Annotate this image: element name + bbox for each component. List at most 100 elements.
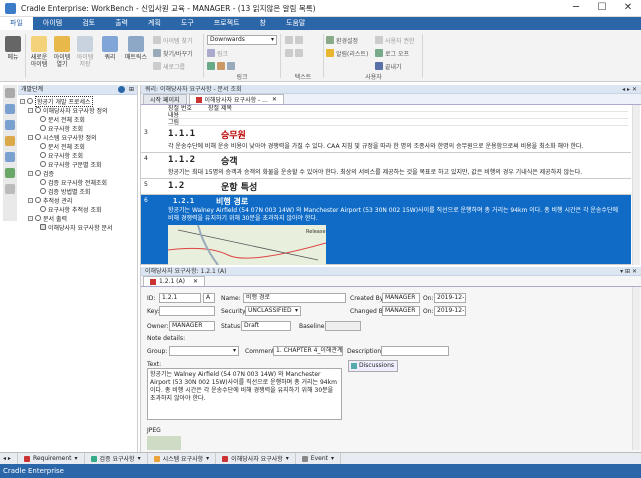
panel-menu-icon[interactable]: ◂ ▸ xyxy=(0,452,18,465)
collapse-icon[interactable]: - xyxy=(20,98,25,104)
tree-node[interactable]: 요구사항 조회 xyxy=(40,151,83,160)
table-row[interactable]: 3 1.1.1 승무원 각 운송수단에 비해 운송 비용이 낮아야 경쟁력을 가… xyxy=(141,127,631,153)
window-tab-stakeholder[interactable]: 이해당사자 요구사항 ▾ xyxy=(216,452,296,465)
tree-node[interactable]: 문서 전체 조회 xyxy=(40,142,85,151)
matrix-button[interactable]: 매트릭스 xyxy=(122,34,150,61)
collapse-icon[interactable]: - xyxy=(28,107,33,113)
tree-node[interactable]: 검증 방법별 조회 xyxy=(40,187,90,196)
tool-icon[interactable] xyxy=(5,184,15,194)
window-tab-verification[interactable]: 검증 요구사항 ▾ xyxy=(85,452,148,465)
matrix-icon[interactable] xyxy=(5,152,15,162)
menu-file[interactable]: 파일 xyxy=(0,17,33,30)
status-field[interactable]: Draft xyxy=(241,321,291,331)
find-replace-button[interactable]: 찾기/바꾸기 xyxy=(153,48,193,58)
pin-icon[interactable]: ⊞ xyxy=(129,85,134,95)
scrollbar[interactable] xyxy=(632,105,640,265)
menu-item[interactable]: 아이템 xyxy=(33,17,72,30)
tree-node[interactable]: 요구사항 조회 xyxy=(40,124,83,133)
chevron-down-icon: ▾ xyxy=(294,307,298,314)
save-item-button[interactable]: 아이템 저장 xyxy=(74,34,96,68)
close-button[interactable]: ✕ xyxy=(618,2,638,14)
id-field[interactable]: 1.2.1 xyxy=(159,293,201,303)
tree-node[interactable]: 문서 전체 조회 xyxy=(40,115,85,124)
folder-icon[interactable] xyxy=(5,136,15,146)
item-find-button[interactable]: 아이템 찾기 xyxy=(153,35,193,45)
link-direction-select[interactable]: Downwards ▾ xyxy=(207,35,277,45)
alarm-button[interactable]: 알림(리스트) xyxy=(326,48,368,58)
tab-start-page[interactable]: 시작 페이지 xyxy=(143,94,187,104)
tree-node[interactable]: - 이해당사자 요구사항 정의 xyxy=(28,106,108,115)
created-on-field[interactable]: 2019-12-.. xyxy=(434,293,466,303)
text-tools-1[interactable] xyxy=(285,35,305,45)
created-by-field[interactable]: MANAGER xyxy=(382,293,420,303)
text-tools-2[interactable] xyxy=(285,48,305,58)
tree-node[interactable]: 검증 요구사항 전체조회 xyxy=(40,178,107,187)
menu-review[interactable]: 검토 xyxy=(72,17,105,30)
new-item-button[interactable]: 새로운 아이템 xyxy=(28,34,50,68)
group-select[interactable]: ▾ xyxy=(169,346,239,356)
window-tab-system[interactable]: 시스템 요구사항 ▾ xyxy=(148,452,217,465)
name-field[interactable]: 비행 경로 xyxy=(243,293,346,303)
text-area[interactable]: 항공기는 Walney Airfield (54 07N 003 14W) 와 … xyxy=(147,368,342,420)
scrollbar[interactable] xyxy=(632,287,640,450)
tree-node[interactable]: - 문서 출력 xyxy=(28,214,67,223)
menu-help[interactable]: 도움말 xyxy=(276,17,315,30)
changed-by-field[interactable]: MANAGER xyxy=(382,306,420,316)
tree-node[interactable]: 이해당사자 요구사항 문서 xyxy=(40,223,113,232)
list-icon[interactable] xyxy=(5,104,15,114)
menu-button[interactable]: 메뉴 xyxy=(3,34,23,61)
minimize-button[interactable]: ─ xyxy=(566,2,586,14)
menu-project[interactable]: 프로젝트 xyxy=(204,17,250,30)
key-field[interactable] xyxy=(159,306,215,316)
table-row-selected[interactable]: 6 1.2.1 비행 경로 항공기는 Walney Airfield (54 0… xyxy=(141,195,631,265)
close-icon[interactable]: ✕ xyxy=(272,96,277,103)
menu-window[interactable]: 창 xyxy=(250,17,276,30)
new-group-button[interactable]: 새로그룹 xyxy=(153,61,185,71)
collapse-icon[interactable]: - xyxy=(28,215,33,221)
jpeg-thumbnail[interactable] xyxy=(147,436,181,450)
comment-field[interactable]: 1. CHAPTER 4_이해관계 xyxy=(273,346,343,356)
baseline-field[interactable] xyxy=(325,321,361,331)
menu-tools[interactable]: 도구 xyxy=(171,17,204,30)
menu-plan[interactable]: 계획 xyxy=(138,17,171,30)
owner-field[interactable]: MANAGER xyxy=(169,321,215,331)
maximize-button[interactable]: ☐ xyxy=(592,2,612,14)
user-mgmt-button[interactable]: 사용자 권한 xyxy=(375,35,415,45)
tree-node[interactable]: - 시스템 요구사항 정의 xyxy=(28,133,97,142)
settings-icon[interactable] xyxy=(5,88,15,98)
table-icon[interactable] xyxy=(5,120,15,130)
tab-item-detail[interactable]: 1.2.1 (A) ✕ xyxy=(143,276,205,286)
tree-node[interactable]: 요구사항 구문별 조회 xyxy=(40,160,102,169)
collapse-icon[interactable]: - xyxy=(28,134,33,140)
version-field[interactable]: A xyxy=(203,293,215,303)
discussions-button[interactable]: Discussions xyxy=(348,360,398,372)
table-row[interactable]: 4 1.1.2 승객 항공기는 최대 15명의 승객과 승객의 화물을 운송할 … xyxy=(141,153,631,179)
security-select[interactable]: UNCLASSIFIED ▾ xyxy=(245,306,301,316)
window-tab-requirement[interactable]: Requirement ▾ xyxy=(18,452,85,465)
title-bar: Cradle Enterprise: WorkBench - 신입사원 교육 -… xyxy=(0,0,641,17)
check-icon[interactable] xyxy=(5,168,15,178)
query-button[interactable]: 쿼리 xyxy=(101,34,119,61)
close-icon[interactable]: ▾ ⊞ ✕ xyxy=(620,267,637,276)
help-icon[interactable] xyxy=(118,86,125,93)
menu-output[interactable]: 출력 xyxy=(105,17,138,30)
close-icon[interactable]: ✕ xyxy=(193,278,198,285)
tree-node[interactable]: - 항공기 개발 프로세스 xyxy=(20,95,93,107)
collapse-icon[interactable]: - xyxy=(28,197,33,203)
table-row[interactable]: 5 1.2 운항 특성 xyxy=(141,179,631,195)
logoff-button[interactable]: 로그 오프 xyxy=(375,48,409,58)
description-field[interactable] xyxy=(381,346,449,356)
close-icon[interactable]: ◂ ▸ ✕ xyxy=(622,85,637,94)
open-item-button[interactable]: 아이템 열기 xyxy=(51,34,73,68)
env-settings-button[interactable]: 환경설정 xyxy=(326,35,358,45)
tree-node[interactable]: 요구사항 추적성 조회 xyxy=(40,205,102,214)
link-tools[interactable] xyxy=(207,61,237,71)
link-button[interactable]: 링크 xyxy=(207,48,228,58)
window-tab-event[interactable]: Event ▾ xyxy=(296,452,341,465)
tab-stakeholder-req[interactable]: 이해당사자 요구사항 - ... ✕ xyxy=(188,94,284,104)
collapse-icon[interactable]: - xyxy=(28,170,33,176)
tree-node[interactable]: - 추적성 관리 xyxy=(28,196,73,205)
tree-node[interactable]: - 검증 xyxy=(28,169,54,178)
changed-on-field[interactable]: 2019-12-.. xyxy=(434,306,466,316)
exit-button[interactable]: 끝내기 xyxy=(375,61,402,71)
